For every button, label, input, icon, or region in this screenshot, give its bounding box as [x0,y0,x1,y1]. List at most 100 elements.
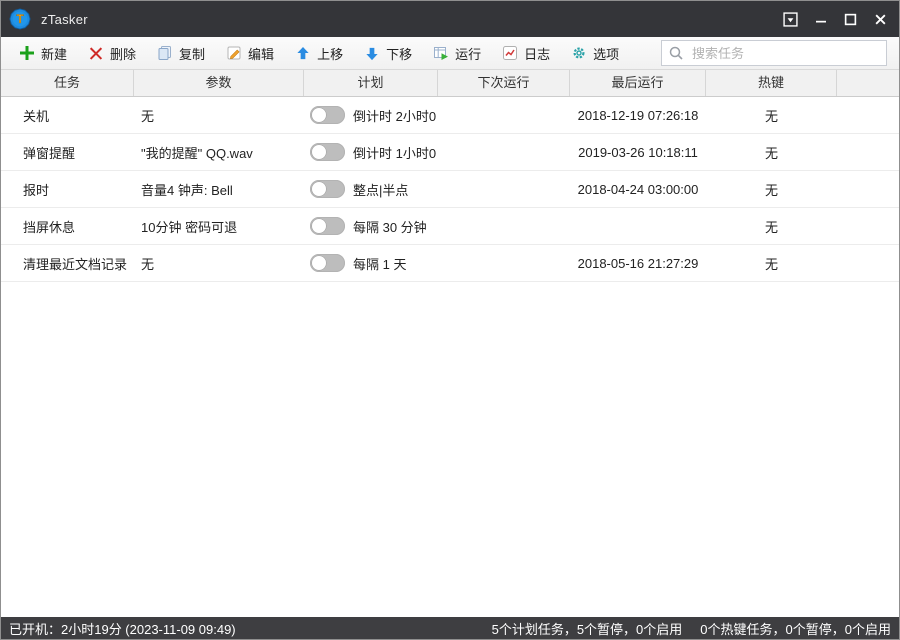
task-enabled-toggle[interactable] [310,180,345,198]
column-header-task[interactable]: 任务 [1,70,134,96]
column-header-next-run[interactable]: 下次运行 [438,70,570,96]
close-button[interactable] [872,11,889,28]
table-row[interactable]: 关机无倒计时 2小时02018-12-19 07:26:18无 [1,97,899,134]
schedule-text: 每隔 1 天 [353,254,406,273]
table-row[interactable]: 弹窗提醒"我的提醒" QQ.wav 倒计时 1小时0 2019-03-26 10:1… [1,134,899,171]
toolbar-button-label: 上移 [317,44,343,63]
toolbar-button-label: 编辑 [248,44,274,63]
task-name-cell: 挡屏休息 [1,217,134,236]
delete-x-icon [88,46,104,61]
run-task-button[interactable]: 运行 [427,40,487,67]
options-button[interactable]: 选项 [565,40,625,67]
hotkey-cell: 无 [706,106,837,125]
uptime-status: 已开机：2小时19分 (2023-11-09 09:49) [9,619,236,638]
arrow-up-icon [295,46,311,61]
arrow-down-icon [364,46,380,61]
schedule-text: 倒计时 1小时0 [353,143,436,162]
plus-icon [19,45,35,61]
task-enabled-toggle[interactable] [310,254,345,272]
tray-arrow-icon [783,12,798,27]
task-params-cell: "我的提醒" QQ.wav [134,143,304,162]
table-row[interactable]: 挡屏休息10分钟 密码可退每隔 30 分钟 无 [1,208,899,245]
toggle-knob [311,107,327,123]
run-icon [433,45,449,61]
schedule-cell: 倒计时 2小时0 [304,106,438,125]
copy-task-button[interactable]: 复制 [151,40,211,67]
toolbar-button-label: 下移 [386,44,412,63]
minimize-button[interactable] [813,11,829,27]
hotkey-cell: 无 [706,254,837,273]
new-task-button[interactable]: 新建 [13,40,73,67]
maximize-icon [844,13,857,26]
minimize-icon [815,13,827,25]
schedule-text: 整点|半点 [353,180,408,199]
minimize-to-tray-button[interactable] [781,10,800,29]
toolbar-button-label: 新建 [41,44,67,63]
app-logo-icon: T [9,8,31,30]
hotkey-cell: 无 [706,217,837,236]
search-input[interactable] [690,45,880,62]
table-row[interactable]: 清理最近文档记录无每隔 1 天2018-05-16 21:27:29无 [1,245,899,282]
search-box [661,40,887,66]
table-row[interactable]: 报时音量4 钟声: Bell整点|半点2018-04-24 03:00:00无 [1,171,899,208]
toggle-knob [311,144,327,160]
close-icon [874,13,887,26]
task-params-cell: 音量4 钟声: Bell [134,180,304,199]
hotkey-task-summary: 0个热键任务，0个暂停，0个启用 [700,622,891,637]
status-bar: 已开机：2小时19分 (2023-11-09 09:49) 5个计划任务，5个暂… [1,617,899,639]
last-run-cell: 2018-04-24 03:00:00 [570,182,706,197]
log-button[interactable]: 日志 [496,40,556,67]
task-enabled-toggle[interactable] [310,217,345,235]
column-header-schedule[interactable]: 计划 [304,70,438,96]
task-params-cell: 无 [134,106,304,125]
column-header-last-run[interactable]: 最后运行 [570,70,706,96]
table-body: 关机无倒计时 2小时02018-12-19 07:26:18无弹窗提醒"我的提醒… [1,97,899,282]
gear-icon [571,45,587,61]
log-chart-icon [502,45,518,61]
task-name-cell: 关机 [1,106,134,125]
schedule-cell: 整点|半点 [304,180,438,199]
toolbar: 新建 删除 复制 编辑 上移 [1,37,899,70]
task-params-cell: 无 [134,254,304,273]
app-window: T zTasker [0,0,900,640]
plan-task-summary: 5个计划任务，5个暂停，0个启用 [492,622,683,637]
last-run-cell: 2019-03-26 10:18:11 [570,145,706,160]
column-header-params[interactable]: 参数 [134,70,304,96]
copy-icon [157,45,173,61]
window-title: zTasker [41,12,88,27]
edit-pencil-icon [226,45,242,61]
toolbar-button-label: 删除 [110,44,136,63]
last-run-cell: 2018-12-19 07:26:18 [570,108,706,123]
svg-text:T: T [16,12,24,26]
schedule-cell: 倒计时 1小时0 [304,143,438,162]
task-name-cell: 报时 [1,180,134,199]
task-summary: 5个计划任务，5个暂停，0个启用 0个热键任务，0个暂停，0个启用 [474,619,891,638]
schedule-cell: 每隔 1 天 [304,254,438,273]
toggle-knob [311,181,327,197]
task-params-cell: 10分钟 密码可退 [134,217,304,236]
search-icon [668,45,684,61]
delete-task-button[interactable]: 删除 [82,40,142,67]
hotkey-cell: 无 [706,143,837,162]
move-up-button[interactable]: 上移 [289,40,349,67]
column-header-filler [837,70,899,96]
schedule-cell: 每隔 30 分钟 [304,217,438,236]
toolbar-button-label: 选项 [593,44,619,63]
task-table: 任务 参数 计划 下次运行 最后运行 热键 关机无倒计时 2小时02018-12… [1,70,899,617]
toggle-knob [311,218,327,234]
move-down-button[interactable]: 下移 [358,40,418,67]
maximize-button[interactable] [842,11,859,28]
table-header: 任务 参数 计划 下次运行 最后运行 热键 [1,70,899,97]
edit-task-button[interactable]: 编辑 [220,40,280,67]
window-controls [781,10,889,29]
task-enabled-toggle[interactable] [310,143,345,161]
task-name-cell: 弹窗提醒 [1,143,134,162]
task-enabled-toggle[interactable] [310,106,345,124]
toolbar-button-label: 日志 [524,44,550,63]
task-name-cell: 清理最近文档记录 [1,254,134,273]
schedule-text: 倒计时 2小时0 [353,106,436,125]
column-header-hotkey[interactable]: 热键 [706,70,837,96]
toggle-knob [311,255,327,271]
toolbar-button-label: 复制 [179,44,205,63]
title-bar: T zTasker [1,1,899,37]
